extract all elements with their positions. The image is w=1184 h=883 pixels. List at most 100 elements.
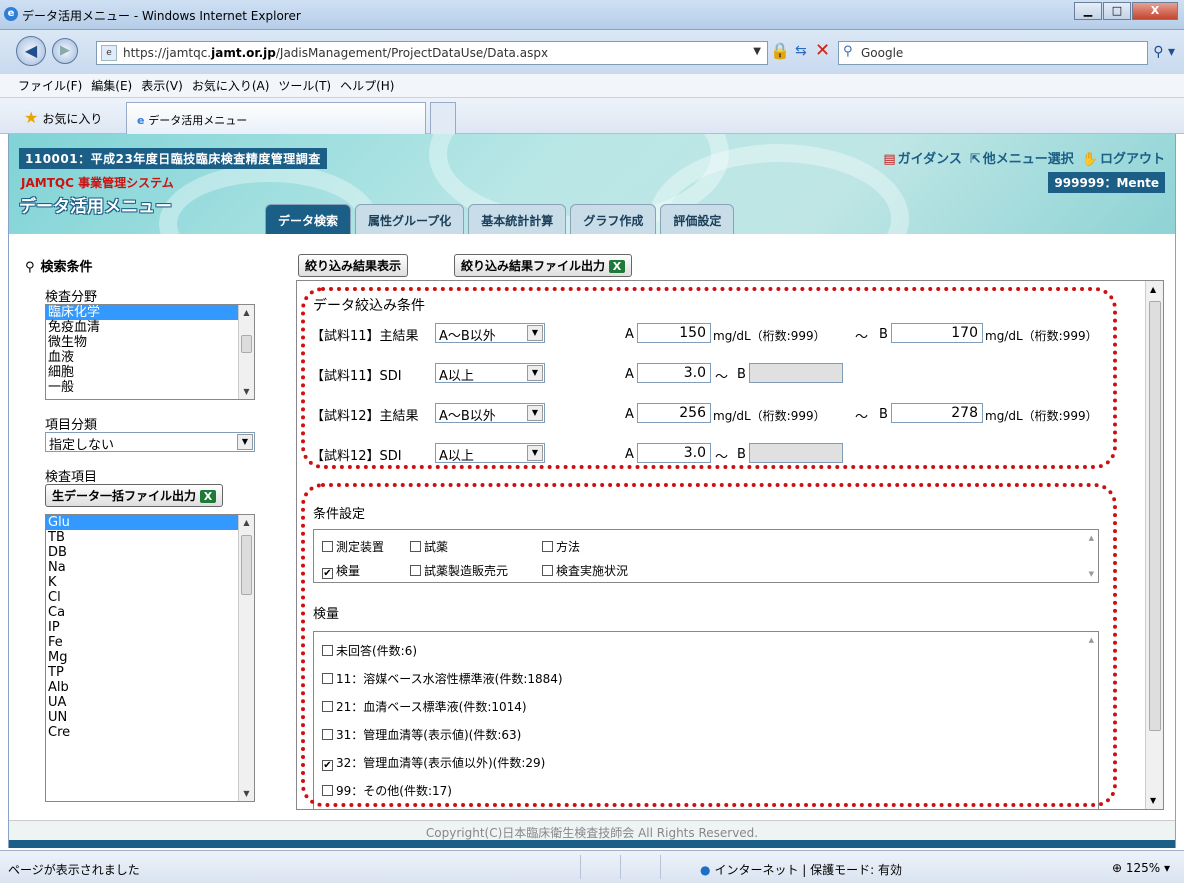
left-pane: ⚲ 検索条件 検査分野 臨床化学 免疫血清 微生物 血液 細胞 一般 ▲ ▼ 項目分… <box>9 234 284 814</box>
stop-icon[interactable]: ✕ <box>815 40 830 61</box>
tab-ie-icon: e <box>137 114 149 127</box>
right-pane: 絞り込み結果表示 絞り込み結果ファイル出力 X データ絞込み条件 【試料11】主結… <box>294 234 1166 814</box>
list-item[interactable]: 細胞 <box>46 365 254 380</box>
list-item[interactable]: Mg <box>46 650 254 665</box>
items-scrollbar[interactable]: ▲ ▼ <box>238 515 254 801</box>
browser-tab[interactable]: e データ活用メニュー <box>126 102 426 134</box>
list-item[interactable]: K <box>46 575 254 590</box>
highlight-settings <box>301 483 1117 807</box>
pdf-icon: ▤ <box>883 152 896 167</box>
conditions-panel: データ絞込み条件 【試料11】主結果 A～B以外 ▼ A 150 mg/dL（桁数… <box>296 280 1164 810</box>
copyright-footer: Copyright(C)日本臨床衛生検査技師会 All Rights Reser… <box>9 820 1175 840</box>
category-select[interactable]: 指定しない ▼ <box>45 432 255 453</box>
raw-export-label: 生データ一括ファイル出力 <box>52 489 197 503</box>
address-dropdown-icon[interactable]: ▼ <box>753 46 761 57</box>
menu-tools[interactable]: ツール(T) <box>278 77 331 94</box>
favorites-label: お気に入り <box>42 112 103 126</box>
page-icon: e <box>101 45 117 61</box>
excel-icon: X <box>200 490 217 503</box>
status-divider <box>660 855 661 879</box>
list-item[interactable]: TB <box>46 530 254 545</box>
tab-attribute-group[interactable]: 属性グループ化 <box>355 204 465 234</box>
page-content: 110001：平成23年度日臨技臨床検査精度管理調査 JAMTQC 事業管理シス… <box>8 134 1176 848</box>
status-divider <box>580 855 581 879</box>
list-item[interactable]: IP <box>46 620 254 635</box>
search-conditions-label: 検索条件 <box>40 260 93 275</box>
app-header: 110001：平成23年度日臨技臨床検査精度管理調査 JAMTQC 事業管理シス… <box>9 134 1175 234</box>
raw-data-export-button[interactable]: 生データ一括ファイル出力 X <box>45 484 224 507</box>
footer-bar <box>9 840 1175 848</box>
items-listbox[interactable]: Glu TB DB Na K Cl Ca IP Fe Mg TP Alb UA … <box>45 514 255 802</box>
list-item[interactable]: Alb <box>46 680 254 695</box>
ie-logo-icon: e <box>4 7 18 21</box>
list-item[interactable]: Glu <box>46 515 254 530</box>
category-value: 指定しない <box>49 438 115 453</box>
list-item[interactable]: 一般 <box>46 380 254 395</box>
tab-evaluation[interactable]: 評価設定 <box>660 204 735 234</box>
refresh-icon[interactable]: ⇆ <box>795 43 807 59</box>
list-item[interactable]: Cre <box>46 725 254 740</box>
list-item[interactable]: TP <box>46 665 254 680</box>
favorites-bar: ★ お気に入り e データ活用メニュー <box>0 98 1184 134</box>
field-scrollbar[interactable]: ▲ ▼ <box>238 305 254 399</box>
tab-data-search[interactable]: データ検索 <box>265 204 352 234</box>
lock-icon[interactable]: 🔒 <box>770 41 790 63</box>
search-go-icon[interactable]: ⚲ ▾ <box>1153 44 1175 60</box>
favorites-button[interactable]: ★ お気に入り <box>24 108 102 127</box>
menu-edit[interactable]: 編集(E) <box>91 77 132 94</box>
zone-label: インターネット | 保護モード: 有効 <box>714 863 903 877</box>
system-name-jp: 事業管理システム <box>78 176 174 190</box>
search-icon: ⚲ <box>843 44 853 59</box>
search-placeholder: Google <box>861 46 904 60</box>
close-window-button[interactable]: X <box>1132 2 1178 20</box>
user-badge: 999999：Mente <box>1048 172 1165 193</box>
panel-scrollbar[interactable]: ▲ ▼ <box>1145 281 1163 809</box>
logout-link[interactable]: ✋ ログアウト <box>1082 148 1165 167</box>
menu-favorites[interactable]: お気に入り(A) <box>192 77 270 94</box>
status-bar: ページが表示されました ● インターネット | 保護モード: 有効 ⊕ 125% … <box>0 850 1184 883</box>
pointer-icon: ⇱ <box>969 152 981 167</box>
new-tab-button[interactable] <box>430 102 456 134</box>
address-bar[interactable]: e https://jamtqc.jamt.or.jp/JadisManagem… <box>96 41 768 65</box>
menu-file[interactable]: ファイル(F) <box>18 77 82 94</box>
list-item[interactable]: Na <box>46 560 254 575</box>
tab-graph[interactable]: グラフ作成 <box>570 204 657 234</box>
export-results-label: 絞り込み結果ファイル出力 <box>461 259 606 273</box>
zoom-control[interactable]: ⊕ 125% ▾ <box>1112 861 1170 875</box>
back-button[interactable]: ◀ <box>16 36 46 66</box>
list-item[interactable]: 臨床化学 <box>46 305 254 320</box>
address-domain: jamt.or.jp <box>211 46 276 60</box>
star-icon: ★ <box>24 108 39 127</box>
logout-label: ログアウト <box>1099 152 1165 167</box>
list-item[interactable]: Fe <box>46 635 254 650</box>
menu-help[interactable]: ヘルプ(H) <box>340 77 394 94</box>
address-path: /JadisManagement/ProjectDataUse/Data.asp… <box>275 46 549 60</box>
list-item[interactable]: UA <box>46 695 254 710</box>
list-item[interactable]: 血液 <box>46 350 254 365</box>
window-titlebar: e データ活用メニュー - Windows Internet Explorer … <box>0 0 1184 30</box>
list-item[interactable]: Cl <box>46 590 254 605</box>
tab-basic-stats[interactable]: 基本統計計算 <box>468 204 567 234</box>
list-item[interactable]: Ca <box>46 605 254 620</box>
forward-button[interactable]: ▶ <box>52 38 78 64</box>
show-results-button[interactable]: 絞り込み結果表示 <box>298 254 409 277</box>
list-item[interactable]: 免疫血清 <box>46 320 254 335</box>
menu-view[interactable]: 表示(V) <box>141 77 183 94</box>
zoom-value: 125% <box>1125 861 1161 875</box>
list-item[interactable]: DB <box>46 545 254 560</box>
list-item[interactable]: 微生物 <box>46 335 254 350</box>
list-item[interactable]: UN <box>46 710 254 725</box>
maximize-button[interactable]: □ <box>1103 2 1131 20</box>
category-label: 項目分類 <box>45 418 98 433</box>
guidance-link[interactable]: ▤ ガイダンス <box>883 148 962 167</box>
system-name: JAMTQC 事業管理システム <box>21 174 174 191</box>
minimize-button[interactable]: ▁ <box>1074 2 1102 20</box>
search-input[interactable]: ⚲ Google ⚲ ▾ <box>838 41 1175 65</box>
system-name-en: JAMTQC <box>21 176 74 190</box>
field-listbox[interactable]: 臨床化学 免疫血清 微生物 血液 細胞 一般 ▲ ▼ <box>45 304 255 400</box>
security-zone[interactable]: ● インターネット | 保護モード: 有効 <box>700 861 902 878</box>
search-icon: ⚲ <box>25 260 35 275</box>
browser-tab-label: データ活用メニュー <box>148 114 248 127</box>
export-results-button[interactable]: 絞り込み結果ファイル出力 X <box>454 254 633 277</box>
other-menu-link[interactable]: ⇱ 他メニュー選択 <box>970 148 1074 167</box>
